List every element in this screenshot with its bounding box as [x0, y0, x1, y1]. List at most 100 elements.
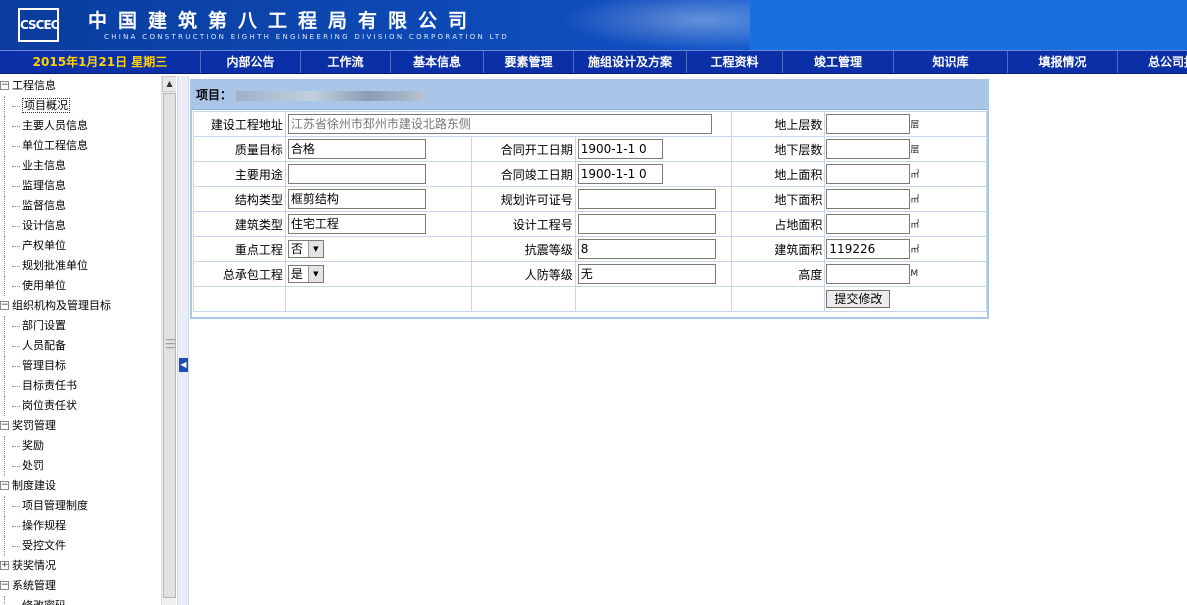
tree-item[interactable]: 部门设置 — [0, 316, 160, 336]
building-area-field[interactable]: 119226 — [826, 239, 911, 259]
nav-item-reports[interactable]: 填报情况 — [1007, 51, 1117, 73]
dropdown-arrow-icon[interactable]: ▼ — [307, 266, 323, 282]
tree-guide-line — [4, 136, 5, 156]
nav-item-completion[interactable]: 竣工管理 — [782, 51, 893, 73]
tree-group[interactable]: − 工程信息 — [0, 76, 160, 96]
tree-item[interactable]: 人员配备 — [0, 336, 160, 356]
civil-defense-field[interactable]: 无 — [577, 264, 716, 284]
tree-group-label: 奖罚管理 — [12, 419, 56, 432]
key-project-label: 重点工程 — [193, 236, 286, 262]
design-no-field[interactable] — [577, 214, 716, 234]
tree-item[interactable]: 岗位责任状 — [0, 396, 160, 416]
tree-item[interactable]: 规划批准单位 — [0, 256, 160, 276]
tree-item-label: 管理目标 — [22, 359, 66, 372]
tree-guide-line — [4, 156, 5, 176]
tree-item[interactable]: 设计信息 — [0, 216, 160, 236]
area-below-unit: ㎡ — [910, 195, 920, 206]
tree-item[interactable]: 操作规程 — [0, 516, 160, 536]
company-logo: CSCEC — [18, 8, 59, 42]
quality-field[interactable]: 合格 — [287, 139, 426, 159]
planning-permit-field[interactable] — [577, 189, 716, 209]
use-field[interactable] — [287, 164, 426, 184]
tree-item[interactable]: 奖励 — [0, 436, 160, 456]
tree-group[interactable]: − 奖罚管理 — [0, 416, 160, 436]
nav-item-construction-design[interactable]: 施组设计及方案 — [573, 51, 686, 73]
tree-guide-line — [4, 336, 5, 356]
tree-item-label: 修改密码 — [22, 599, 66, 605]
tree-item[interactable]: 目标责任书 — [0, 376, 160, 396]
scroll-up-arrow-icon[interactable]: ▲ — [162, 76, 176, 92]
land-area-label: 占地面积 — [730, 211, 826, 237]
collapse-left-icon[interactable]: ◀ — [179, 358, 188, 372]
nav-item-project-docs[interactable]: 工程资料 — [686, 51, 782, 73]
dropdown-arrow-icon[interactable]: ▼ — [307, 241, 323, 257]
tree-item[interactable]: 业主信息 — [0, 156, 160, 176]
nav-item-headquarters[interactable]: 总公司报 — [1117, 51, 1187, 73]
tree-item[interactable]: 管理目标 — [0, 356, 160, 376]
sidebar-scrollbar[interactable]: ▲ ― ― ― — [161, 76, 176, 605]
nav-item-elements[interactable]: 要素管理 — [483, 51, 573, 73]
building-area-unit: ㎡ — [910, 245, 920, 256]
tree-item[interactable]: 使用单位 — [0, 276, 160, 296]
tree-item[interactable]: 修改密码 — [0, 596, 160, 605]
empty-cell — [193, 286, 286, 312]
building-type-field[interactable]: 住宅工程 — [287, 214, 426, 234]
tree-group-label: 制度建设 — [12, 479, 56, 492]
tree-item[interactable]: 处罚 — [0, 456, 160, 476]
general-contract-select[interactable]: 是 ▼ — [287, 265, 324, 283]
submit-button[interactable]: 提交修改 — [826, 290, 891, 308]
floors-above-field[interactable] — [826, 114, 911, 134]
tree-guide-line — [4, 176, 5, 196]
area-above-field[interactable] — [826, 164, 911, 184]
sidebar-splitter[interactable]: ◀ — [177, 76, 189, 605]
tree-guide-line — [4, 256, 5, 276]
collapse-toggle-icon[interactable]: − — [0, 301, 9, 310]
tree-guide-line — [4, 276, 5, 296]
contract-start-field[interactable]: 1900-1-1 0 — [577, 139, 663, 159]
tree-item[interactable]: 产权单位 — [0, 236, 160, 256]
project-form: 建设工程地址 江苏省徐州市邳州市建设北路东侧 地上层数 层 质量目标 合格 合同… — [193, 111, 987, 312]
area-below-field[interactable] — [826, 189, 911, 209]
height-field[interactable] — [826, 264, 911, 284]
key-project-value: 否 — [290, 242, 303, 256]
tree-item[interactable]: 监督信息 — [0, 196, 160, 216]
tree-guide-line — [4, 496, 5, 516]
building-area-label: 建筑面积 — [730, 236, 826, 262]
tree-item[interactable]: 监理信息 — [0, 176, 160, 196]
tree-item[interactable]: 单位工程信息 — [0, 136, 160, 156]
company-name-cn: 中国建筑第八工程局有限公司 — [88, 10, 479, 32]
nav-item-basic-info[interactable]: 基本信息 — [390, 51, 483, 73]
contract-end-field[interactable]: 1900-1-1 0 — [577, 164, 663, 184]
expand-toggle-icon[interactable]: + — [0, 561, 9, 570]
tree-group[interactable]: − 系统管理 — [0, 576, 160, 596]
collapse-toggle-icon[interactable]: − — [0, 421, 9, 430]
nav-item-knowledge[interactable]: 知识库 — [893, 51, 1007, 73]
tree-guide-line — [4, 436, 5, 456]
nav-item-workflow[interactable]: 工作流 — [300, 51, 390, 73]
land-area-field[interactable] — [826, 214, 911, 234]
seismic-label: 抗震等级 — [470, 236, 576, 262]
collapse-toggle-icon[interactable]: − — [0, 81, 9, 90]
structure-field[interactable]: 框剪结构 — [287, 189, 426, 209]
floors-below-field[interactable] — [826, 139, 911, 159]
tree-connector — [12, 506, 20, 507]
collapse-toggle-icon[interactable]: − — [0, 581, 9, 590]
tree-item[interactable]: 项目管理制度 — [0, 496, 160, 516]
tree-group[interactable]: + 获奖情况 — [0, 556, 160, 576]
collapse-toggle-icon[interactable]: − — [0, 481, 9, 490]
address-field[interactable]: 江苏省徐州市邳州市建设北路东侧 — [287, 114, 712, 134]
seismic-field[interactable]: 8 — [577, 239, 716, 259]
use-label: 主要用途 — [193, 161, 286, 187]
tree-group[interactable]: − 制度建设 — [0, 476, 160, 496]
scroll-thumb[interactable]: ― ― ― — [163, 93, 176, 598]
tree-group[interactable]: − 组织机构及管理目标 — [0, 296, 160, 316]
nav-item-notice[interactable]: 内部公告 — [200, 51, 300, 73]
tree-item[interactable]: 项目概况 — [0, 96, 160, 116]
key-project-select[interactable]: 否 ▼ — [287, 240, 324, 258]
tree-item[interactable]: 受控文件 — [0, 536, 160, 556]
tree-connector — [12, 146, 20, 147]
tree-item-label: 使用单位 — [22, 279, 66, 292]
empty-cell — [574, 286, 732, 312]
tree-guide-line — [4, 116, 5, 136]
tree-item[interactable]: 主要人员信息 — [0, 116, 160, 136]
